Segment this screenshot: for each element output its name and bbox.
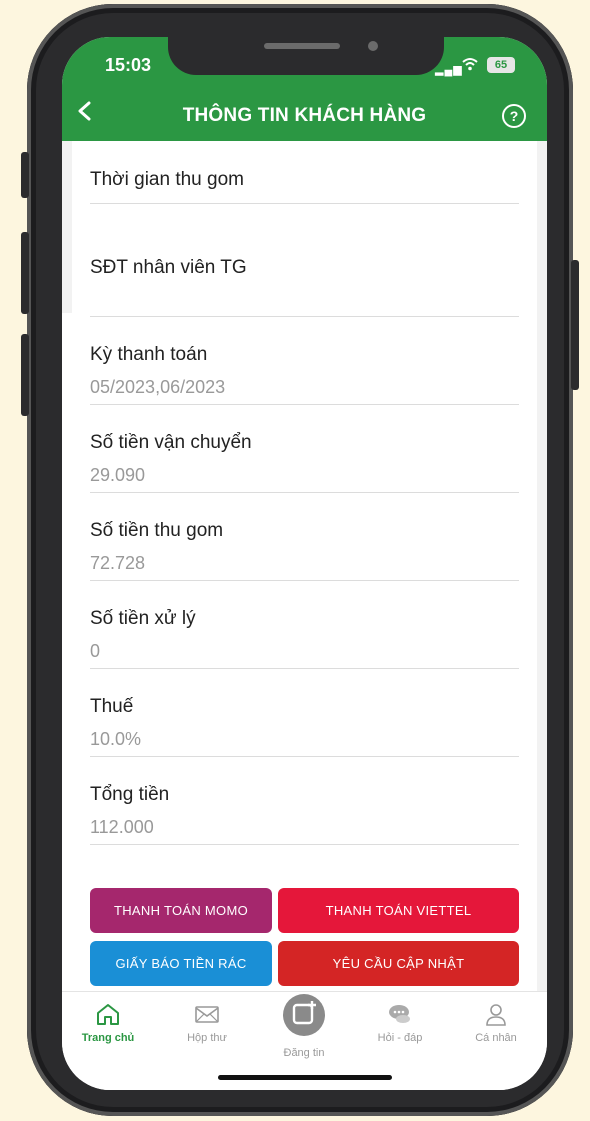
field-payment-period: Kỳ thanh toán 05/2023,06/2023 bbox=[90, 316, 519, 405]
chat-icon bbox=[389, 1005, 410, 1023]
nav-label-post: Đăng tin bbox=[283, 1047, 325, 1059]
nav-label-inbox: Hộp thư bbox=[187, 1032, 227, 1044]
battery-icon: 65 bbox=[487, 57, 515, 73]
mute-switch bbox=[21, 152, 29, 198]
field-collection-time: Thời gian thu gom bbox=[90, 141, 519, 204]
nav-label-profile: Cá nhân bbox=[475, 1032, 517, 1044]
field-total: Tổng tiền 112.000 bbox=[90, 756, 519, 845]
field-label: Số tiền xử lý bbox=[90, 608, 196, 629]
pay-viettel-button[interactable]: THANH TOÁN VIETTEL bbox=[278, 888, 519, 933]
field-value: 72.728 bbox=[90, 553, 146, 573]
field-label: SĐT nhân viên TG bbox=[90, 257, 247, 278]
field-tax: Thuế 10.0% bbox=[90, 668, 519, 757]
speaker bbox=[264, 43, 340, 49]
update-request-button[interactable]: YÊU CẦU CẬP NHẬT bbox=[278, 941, 519, 986]
help-icon[interactable]: ? bbox=[502, 104, 526, 128]
app-header: 15:03 ▂▄▆ 65 THÔNG TIN KHÁCH HÀNG ? bbox=[62, 37, 547, 141]
nav-label-home: Trang chủ bbox=[81, 1032, 135, 1044]
field-label: Kỳ thanh toán bbox=[90, 344, 208, 365]
post-news-icon bbox=[292, 1001, 316, 1025]
power-button bbox=[571, 260, 579, 390]
field-value: 0 bbox=[90, 641, 101, 661]
user-icon bbox=[486, 1004, 506, 1026]
field-value: 10.0% bbox=[90, 729, 142, 749]
field-label: Số tiền thu gom bbox=[90, 520, 224, 541]
scroll-shade-left bbox=[62, 141, 72, 313]
field-label: Số tiền vận chuyển bbox=[90, 432, 252, 453]
pay-momo-button[interactable]: THANH TOÁN MOMO bbox=[90, 888, 272, 933]
field-label: Tổng tiền bbox=[90, 784, 170, 805]
field-collection-fee: Số tiền thu gom 72.728 bbox=[90, 492, 519, 581]
field-transport-fee: Số tiền vận chuyển 29.090 bbox=[90, 404, 519, 493]
volume-down-button bbox=[21, 334, 29, 416]
field-processing-fee: Số tiền xử lý 0 bbox=[90, 580, 519, 669]
field-value: 05/2023,06/2023 bbox=[90, 377, 226, 397]
nav-label-qa: Hỏi - đáp bbox=[377, 1032, 423, 1044]
notch bbox=[168, 37, 444, 75]
field-staff-phone: SĐT nhân viên TG bbox=[90, 203, 519, 317]
field-label: Thời gian thu gom bbox=[90, 169, 244, 190]
home-icon bbox=[97, 1004, 119, 1025]
field-label: Thuế bbox=[90, 696, 134, 717]
scroll-shade-right bbox=[537, 141, 547, 991]
garbage-bill-button[interactable]: GIẤY BÁO TIỀN RÁC bbox=[90, 941, 272, 986]
field-value: 112.000 bbox=[90, 817, 154, 837]
page-title: THÔNG TIN KHÁCH HÀNG bbox=[182, 105, 427, 126]
nav-item-post[interactable]: Đăng tin bbox=[264, 1047, 344, 1059]
camera bbox=[368, 41, 378, 51]
bottom-nav: Trang chủ Hộp thư Đăng tin Hỏi - đáp Cá … bbox=[62, 991, 547, 1090]
home-indicator bbox=[218, 1075, 392, 1080]
customer-info-content[interactable]: Thời gian thu gom SĐT nhân viên TG Kỳ th… bbox=[62, 141, 547, 991]
mail-icon bbox=[195, 1006, 219, 1023]
nav-item-qa[interactable]: Hỏi - đáp bbox=[360, 1002, 440, 1044]
field-value: 29.090 bbox=[90, 465, 146, 485]
nav-item-profile[interactable]: Cá nhân bbox=[456, 1002, 536, 1044]
post-news-button[interactable] bbox=[283, 994, 325, 1036]
volume-up-button bbox=[21, 232, 29, 314]
nav-item-home[interactable]: Trang chủ bbox=[68, 1002, 148, 1044]
app-screen: 15:03 ▂▄▆ 65 THÔNG TIN KHÁCH HÀNG ? Thời… bbox=[62, 37, 547, 1090]
wifi-icon bbox=[462, 57, 478, 75]
signal-icon: ▂▄▆ bbox=[435, 64, 463, 76]
status-time: 15:03 bbox=[105, 55, 152, 75]
nav-item-inbox[interactable]: Hộp thư bbox=[167, 1002, 247, 1044]
